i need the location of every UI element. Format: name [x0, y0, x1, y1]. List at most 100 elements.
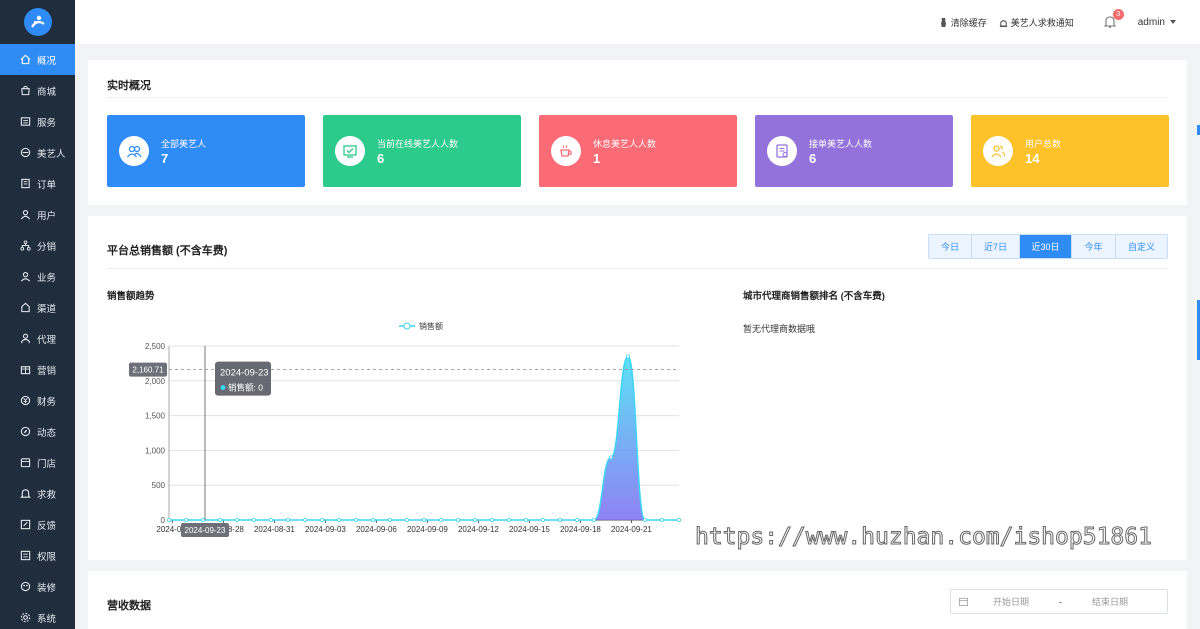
sidebar-item-11[interactable]: 财务 — [0, 385, 75, 416]
data-point[interactable] — [557, 517, 562, 522]
sidebar-item-4[interactable]: 订单 — [0, 168, 75, 199]
sidebar-item-13[interactable]: 门店 — [0, 447, 75, 478]
sales-trend-chart[interactable]: 05001,0001,5002,0002,5002024-08- 2024-08-… — [107, 316, 707, 541]
brush-icon — [940, 17, 946, 27]
sidebar-item-17[interactable]: 装修 — [0, 571, 75, 602]
sidebar-item-10[interactable]: 营销 — [0, 354, 75, 385]
tab-1[interactable]: 近7日 — [972, 235, 1020, 258]
x-tick-label: 2024-08-31 — [254, 525, 295, 534]
y-tick-label: 1,500 — [145, 412, 166, 421]
sidebar-item-15[interactable]: 反馈 — [0, 509, 75, 540]
data-point[interactable] — [404, 517, 409, 522]
sidebar-item-16[interactable]: 权限 — [0, 540, 75, 571]
stat-value: 6 — [377, 151, 385, 166]
activity-icon — [20, 426, 31, 437]
data-point[interactable] — [336, 517, 341, 522]
end-date-input[interactable]: 结束日期 — [1092, 595, 1128, 608]
stat-card-4[interactable]: 用户总数 14 — [971, 115, 1169, 187]
tab-3[interactable]: 今年 — [1072, 235, 1116, 258]
start-date-input[interactable]: 开始日期 — [993, 595, 1029, 608]
shop-icon — [20, 85, 31, 96]
sidebar-item-12[interactable]: 动态 — [0, 416, 75, 447]
notification-bell[interactable]: 3 — [1103, 9, 1124, 29]
stat-card-3[interactable]: 接单美艺人人数 6 — [755, 115, 953, 187]
sidebar-item-label: 业务 — [37, 272, 57, 284]
data-point[interactable] — [523, 517, 528, 522]
tab-0[interactable]: 今日 — [929, 235, 972, 258]
order-list-icon — [767, 136, 797, 166]
sidebar-item-8[interactable]: 渠道 — [0, 292, 75, 323]
sidebar-item-6[interactable]: 分销 — [0, 230, 75, 261]
sidebar-item-7[interactable]: 业务 — [0, 261, 75, 292]
logo[interactable] — [0, 0, 75, 44]
data-point[interactable] — [472, 517, 477, 522]
stat-card-1[interactable]: 当前在线美艺人人数 6 — [323, 115, 521, 187]
data-point[interactable] — [319, 517, 324, 522]
y-tick-label: 0 — [161, 516, 166, 525]
clear-cache-label: 清除缓存 — [950, 17, 987, 28]
y-tick-label: 2,500 — [145, 342, 166, 351]
caret-down-icon — [1170, 20, 1176, 24]
data-point[interactable] — [184, 517, 189, 522]
sidebar-item-9[interactable]: 代理 — [0, 323, 75, 354]
revenue-title: 营收数据 — [107, 600, 151, 612]
marketing-icon — [20, 364, 31, 375]
data-point[interactable] — [201, 517, 206, 522]
stat-card-2[interactable]: 休息美艺人人数 1 — [539, 115, 737, 187]
sidebar-item-1[interactable]: 商城 — [0, 75, 75, 106]
sidebar-item-3[interactable]: 美艺人 — [0, 137, 75, 168]
data-point[interactable] — [353, 517, 358, 522]
sidebar-item-5[interactable]: 用户 — [0, 199, 75, 230]
stat-value: 6 — [809, 151, 817, 166]
sidebar-item-label: 概况 — [37, 55, 57, 67]
sidebar-item-0[interactable]: 概况 — [0, 44, 75, 75]
y-tick-label: 2,000 — [145, 377, 166, 386]
sidebar-item-14[interactable]: 求救 — [0, 478, 75, 509]
data-point[interactable] — [387, 517, 392, 522]
data-point[interactable] — [302, 517, 307, 522]
data-point[interactable] — [506, 517, 511, 522]
tab-4[interactable]: 自定义 — [1116, 235, 1167, 258]
data-point[interactable] — [643, 517, 648, 522]
data-point[interactable] — [489, 517, 494, 522]
stat-value: 7 — [161, 151, 169, 166]
data-point[interactable] — [626, 354, 631, 359]
tooltip-value: 销售额: 0 — [228, 383, 263, 393]
x-tick-label: 2024-09-15 — [509, 525, 550, 534]
sos-notice-button[interactable]: 美艺人求救通知 — [999, 16, 1074, 29]
legend-marker[interactable] — [403, 322, 411, 330]
data-point[interactable] — [421, 517, 426, 522]
date-range-picker[interactable]: 开始日期 - 结束日期 — [950, 589, 1168, 614]
data-point[interactable] — [285, 517, 290, 522]
data-point[interactable] — [234, 517, 239, 522]
y-tick-label: 1,000 — [145, 446, 166, 455]
tab-2[interactable]: 近30日 — [1020, 235, 1072, 258]
coffee-icon — [551, 136, 581, 166]
user-menu[interactable]: admin — [1138, 17, 1176, 28]
notification-badge: 3 — [1112, 9, 1124, 20]
data-point[interactable] — [251, 517, 256, 522]
stat-card-0[interactable]: 全部美艺人 7 — [107, 115, 305, 187]
data-point[interactable] — [167, 517, 172, 522]
data-point[interactable] — [218, 517, 223, 522]
data-point[interactable] — [455, 517, 460, 522]
data-point[interactable] — [677, 517, 682, 522]
data-point[interactable] — [591, 517, 596, 522]
data-point[interactable] — [540, 517, 545, 522]
data-point[interactable] — [438, 517, 443, 522]
stat-label: 用户总数 — [1025, 139, 1062, 149]
business-icon — [20, 271, 31, 282]
data-point[interactable] — [608, 455, 613, 460]
sales-panel: 平台总销售额 (不含车费) 今日 近7日 近30日 今年 自定义 销售额趋势 城市代理商… — [88, 216, 1187, 560]
clear-cache-button[interactable]: 清除缓存 — [939, 16, 987, 29]
channel-icon — [20, 302, 31, 313]
settings-icon — [20, 612, 31, 623]
sidebar-item-2[interactable]: 服务 — [0, 106, 75, 137]
data-point[interactable] — [268, 517, 273, 522]
sidebar-item-18[interactable]: 系统 — [0, 602, 75, 629]
data-point[interactable] — [660, 517, 665, 522]
store-icon — [20, 457, 31, 468]
data-point[interactable] — [370, 517, 375, 522]
period-tabs: 今日 近7日 近30日 今年 自定义 — [928, 234, 1168, 259]
data-point[interactable] — [574, 517, 579, 522]
